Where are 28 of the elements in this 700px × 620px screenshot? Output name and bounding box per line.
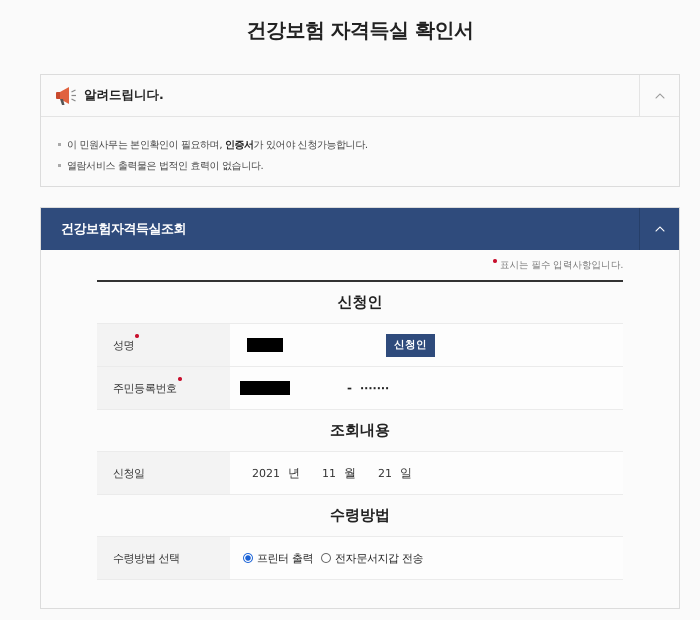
page-title: 건강보험 자격득실 확인서 [246,17,474,44]
separator-text: - [347,381,352,395]
panel-title: 건강보험자격득실조회 [61,221,186,238]
date-unit: 년 [288,464,300,482]
field-label: 주민등록번호 [113,380,177,396]
field-label: 신청일 [113,466,145,480]
masked-number: ······· [360,382,390,394]
required-dot-icon [492,259,497,263]
date-value: 2021 [252,466,280,480]
required-note: 표시는 필수 입력사항입니다. [500,258,623,272]
field-label: 수령방법 선택 [113,550,180,566]
field-label: 성명 [113,338,134,352]
radio-option[interactable]: 프린터 출력 [243,550,314,566]
megaphone-icon [55,86,77,106]
date-unit: 일 [400,464,412,482]
notice-text: 이 민원사무는 본인확인이 필요하며, 인증서가 있어야 신청가능합니다. [67,138,368,152]
section-heading: 신청인 [336,292,384,313]
date-value: 11 [322,466,336,480]
section-heading: 수령방법 [329,505,391,526]
applicant-button[interactable]: 신청인 [386,334,435,356]
notice-text: 열람서비스 출력물은 법적인 효력이 없습니다. [67,160,264,172]
radio-option[interactable]: 전자문서지갑 전송 [321,550,424,566]
bullet-icon [58,164,61,167]
bullet-icon [58,143,61,146]
date-unit: 월 [344,464,356,482]
date-value: 21 [378,466,392,480]
section-heading: 조회내용 [329,420,391,441]
notice-title: 알려드립니다. [84,87,164,104]
